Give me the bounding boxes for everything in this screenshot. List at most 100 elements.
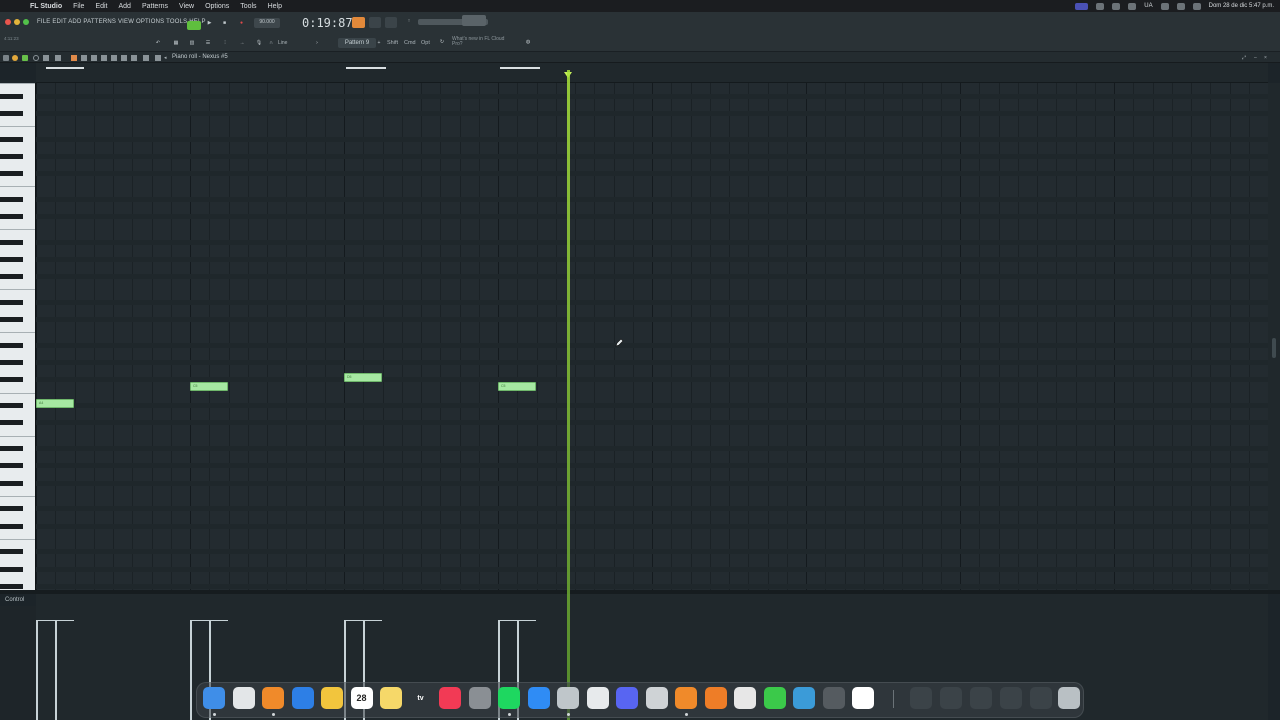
stamp-icon[interactable]: [43, 55, 49, 61]
refresh-icon[interactable]: ↻: [437, 38, 447, 47]
black-key[interactable]: [0, 300, 23, 305]
timeline-ruler[interactable]: [36, 63, 1268, 83]
grid-icon[interactable]: ▦: [170, 39, 182, 48]
control-center-icon[interactable]: [1192, 2, 1201, 10]
cmd-modifier-button[interactable]: Cmd: [404, 40, 416, 46]
menu-options[interactable]: Options: [205, 3, 229, 10]
arrow-right-icon[interactable]: →: [236, 39, 248, 48]
app-store-icon[interactable]: [291, 687, 314, 709]
draw-tool-icon[interactable]: [71, 55, 77, 61]
add-pattern-icon[interactable]: +: [376, 39, 382, 48]
online-icon[interactable]: ◍: [523, 38, 533, 47]
black-key[interactable]: [0, 214, 23, 219]
fl-studio-icon-2[interactable]: [675, 687, 697, 709]
apple-tv-icon[interactable]: tv: [410, 687, 432, 709]
app-icon[interactable]: [822, 687, 845, 709]
recent-5-icon[interactable]: [1030, 687, 1052, 709]
play-pattern-icon[interactable]: [22, 55, 28, 61]
time-display[interactable]: 0:19:87: [302, 16, 353, 30]
playhead-line[interactable]: [567, 70, 570, 720]
black-key[interactable]: [0, 110, 23, 116]
select-tool-icon[interactable]: [121, 55, 127, 61]
play-button[interactable]: ▶: [205, 19, 214, 28]
note-2[interactable]: C5: [190, 382, 228, 391]
black-key[interactable]: [0, 239, 23, 245]
clock-icon[interactable]: [586, 687, 609, 709]
shift-modifier-button[interactable]: Shift: [387, 40, 398, 46]
spotify-icon[interactable]: [498, 687, 520, 709]
news-panel-text[interactable]: What's new in FL Cloud Pro?: [452, 37, 512, 47]
record-button[interactable]: ●: [237, 19, 246, 28]
stop-button[interactable]: ■: [220, 19, 229, 28]
script-icon[interactable]: [645, 687, 668, 709]
scale-icon[interactable]: [55, 55, 61, 61]
black-key[interactable]: [0, 480, 23, 486]
list-icon[interactable]: ☰: [202, 39, 214, 48]
time-machine-icon[interactable]: [793, 687, 815, 709]
master-volume-slider[interactable]: [462, 15, 486, 26]
snap-selector[interactable]: Line: [278, 40, 287, 46]
loop-region-marker-2[interactable]: [500, 67, 540, 69]
black-key[interactable]: [0, 93, 23, 99]
fl-studio-icon-3[interactable]: [704, 687, 727, 709]
fl-hint-menu[interactable]: FILE EDIT ADD PATTERNS VIEW OPTIONS TOOL…: [37, 19, 206, 25]
wifi-icon[interactable]: [1160, 2, 1169, 10]
facetime-icon[interactable]: [763, 687, 786, 709]
note-4[interactable]: C5: [498, 382, 536, 391]
pattern-selector[interactable]: Pattern 9: [338, 38, 376, 48]
menu-app-name[interactable]: FL Studio: [30, 3, 62, 10]
magnet-snap-icon[interactable]: [12, 55, 18, 61]
activity-icon[interactable]: [852, 687, 874, 709]
slice-tool-icon[interactable]: [111, 55, 117, 61]
menu-view[interactable]: View: [179, 3, 194, 10]
recent-1-icon[interactable]: [910, 687, 932, 709]
black-key[interactable]: [0, 274, 23, 280]
playback-tool-icon[interactable]: [143, 55, 149, 61]
tempo-display[interactable]: 90.000: [254, 18, 280, 28]
menu-patterns[interactable]: Patterns: [142, 3, 168, 10]
magnet-icon[interactable]: ∩: [267, 39, 275, 48]
record-icon[interactable]: [33, 55, 39, 61]
discord-icon[interactable]: [616, 687, 638, 709]
logic-icon[interactable]: [557, 687, 579, 709]
black-key[interactable]: [0, 343, 23, 348]
countdown-button[interactable]: [369, 17, 381, 28]
detach-icon[interactable]: ⤢: [1242, 55, 1248, 61]
piano-icon[interactable]: ▥: [186, 39, 198, 48]
piano-keyboard[interactable]: [0, 83, 36, 590]
menu-edit[interactable]: Edit: [95, 3, 107, 10]
music-icon[interactable]: [439, 687, 461, 709]
close-panel-icon[interactable]: ×: [1264, 55, 1270, 61]
recent-3-icon[interactable]: [970, 687, 992, 709]
recent-4-icon[interactable]: [1000, 687, 1022, 709]
menubar-clock[interactable]: Dom 28 de dic 5:47 p.m.: [1209, 3, 1274, 9]
menu-file[interactable]: File: [73, 3, 84, 10]
safari-icon[interactable]: [527, 687, 550, 709]
up-arrow-icon[interactable]: ↑: [403, 17, 415, 28]
calendar-icon[interactable]: 28: [350, 687, 373, 709]
black-key[interactable]: [0, 523, 23, 529]
minimize-panel-icon[interactable]: –: [1254, 55, 1260, 61]
black-key[interactable]: [0, 377, 23, 383]
zoom-tool-icon[interactable]: [131, 55, 137, 61]
black-key[interactable]: [0, 446, 23, 452]
undo-icon[interactable]: ↶: [152, 39, 164, 48]
extension-icon[interactable]: [1096, 2, 1105, 10]
menu-help[interactable]: Help: [268, 3, 282, 10]
piano-roll-menu-icon[interactable]: [3, 55, 9, 61]
opt-modifier-button[interactable]: Opt: [421, 40, 430, 46]
trash-icon[interactable]: [1058, 687, 1080, 709]
note-3[interactable]: D5: [344, 373, 382, 382]
mixer-icon[interactable]: ⫶: [219, 39, 231, 48]
delete-tool-icon[interactable]: [91, 55, 97, 61]
scroll-indicator[interactable]: [46, 67, 84, 69]
black-key[interactable]: [0, 583, 23, 589]
chrome-icon[interactable]: [232, 687, 255, 709]
screen-record-icon[interactable]: [1075, 2, 1089, 10]
piano-roll-grid[interactable]: A4 C5 D5 C5: [36, 83, 1268, 590]
paint-tool-icon[interactable]: [81, 55, 87, 61]
dropbox-icon[interactable]: [1128, 2, 1137, 10]
pattern-song-toggle[interactable]: [187, 21, 201, 30]
mute-tool-icon[interactable]: [101, 55, 107, 61]
roblox-icon[interactable]: [734, 687, 756, 709]
